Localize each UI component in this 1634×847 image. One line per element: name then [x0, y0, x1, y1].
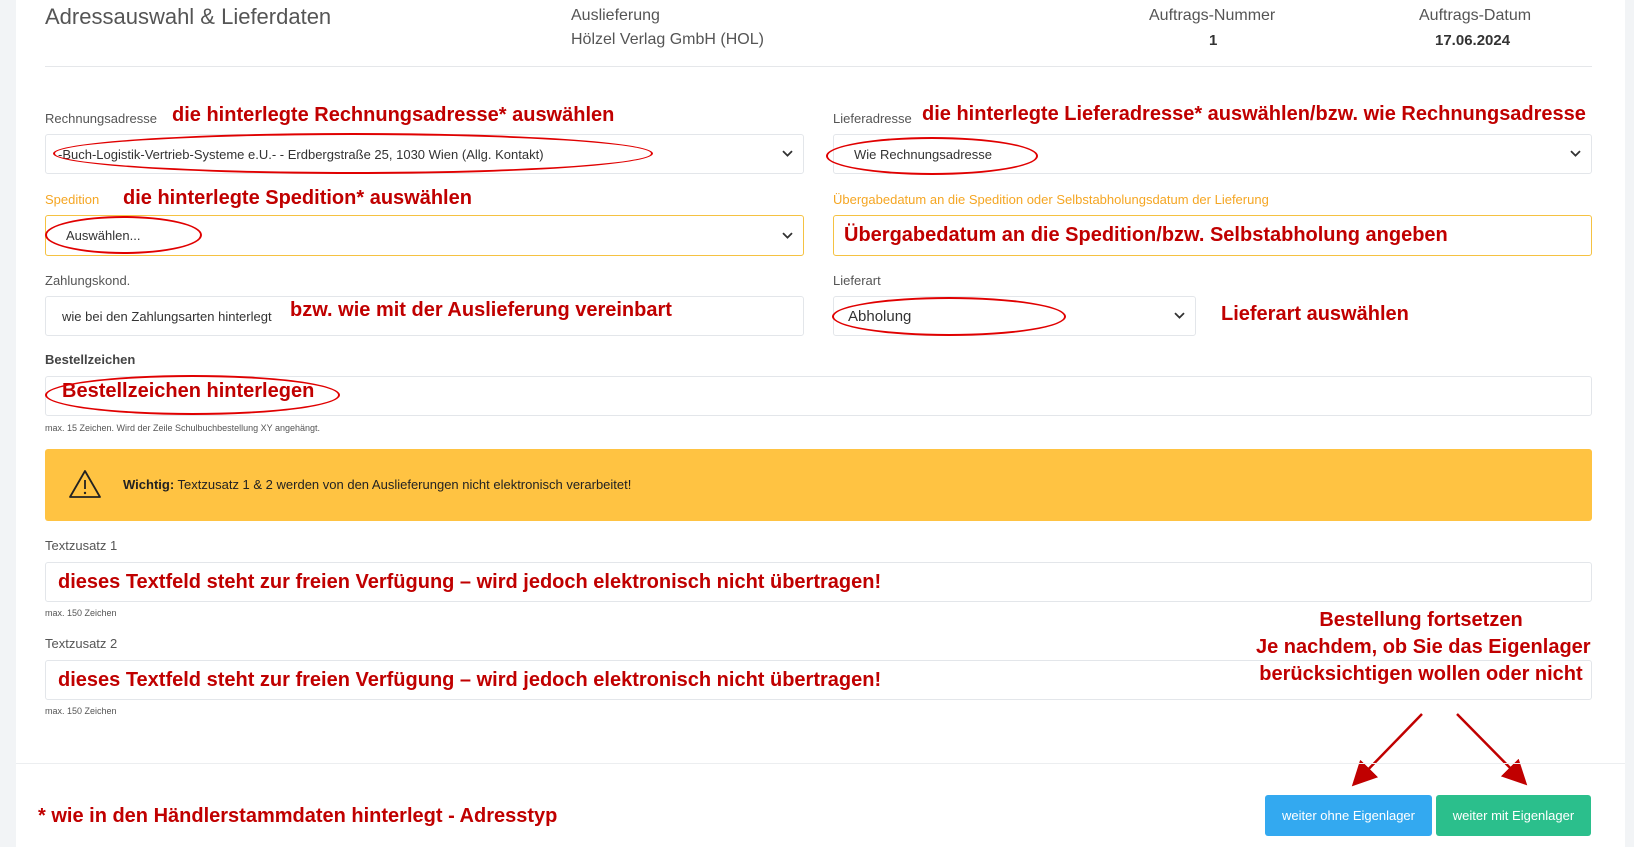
- chevron-down-icon: [1174, 312, 1185, 319]
- uebergabedatum-label: Übergabedatum an die Spedition oder Selb…: [833, 192, 1269, 207]
- annotation-footnote: * wie in den Händlerstammdaten hinterleg…: [38, 805, 558, 827]
- textzusatz1-help: max. 150 Zeichen: [45, 608, 117, 618]
- alert-message: Wichtig: Textzusatz 1 & 2 werden von den…: [123, 477, 631, 492]
- textzusatz2-label: Textzusatz 2: [45, 636, 118, 651]
- chevron-down-icon: [1570, 150, 1581, 157]
- annotation-textzusatz2: dieses Textfeld steht zur freien Verfügu…: [58, 668, 882, 691]
- textzusatz1-label: Textzusatz 1: [45, 538, 118, 553]
- auftragsdatum-value: 17.06.2024: [1435, 32, 1511, 49]
- annotation-ellipse-spedition: [45, 216, 202, 254]
- bestellzeichen-label: Bestellzeichen: [45, 352, 136, 367]
- zahlungskond-label: Zahlungskond.: [45, 273, 131, 288]
- auftragsnummer-value: 1: [1209, 32, 1218, 49]
- warning-triangle-icon: [69, 470, 101, 498]
- header-divider: [45, 66, 1592, 67]
- annotation-lieferart: Lieferart auswählen: [1221, 303, 1409, 325]
- auftragsdatum-label: Auftrags-Datum: [1419, 7, 1532, 24]
- annotation-ellipse-bestellzeichen: [45, 375, 340, 415]
- textzusatz1-input[interactable]: dieses Textfeld steht zur freien Verfügu…: [45, 562, 1592, 602]
- annotation-fortsetzen-line2: Je nachdem, ob Sie das Eigenlager: [1256, 636, 1591, 658]
- annotation-spedition: die hinterlegte Spedition* auswählen: [123, 187, 472, 209]
- uebergabedatum-input[interactable]: Übergabedatum an die Spedition/bzw. Selb…: [833, 215, 1592, 256]
- annotation-uebergabedatum: Übergabedatum an die Spedition/bzw. Selb…: [844, 224, 1448, 246]
- annotation-ellipse-rechnungsadresse: [53, 133, 653, 174]
- annotation-ellipse-lieferart: [832, 297, 1066, 336]
- footer-divider: [16, 763, 1625, 764]
- annotation-zahlungskond: bzw. wie mit der Auslieferung vereinbart: [290, 299, 672, 321]
- annotation-lieferadresse: die hinterlegte Lieferadresse* auswählen…: [922, 103, 1586, 125]
- alert-text: Textzusatz 1 & 2 werden von den Ausliefe…: [174, 477, 632, 492]
- auslieferung-label: Auslieferung: [571, 7, 660, 24]
- annotation-fortsetzen-line1: Bestellung fortsetzen: [1319, 609, 1523, 631]
- chevron-down-icon: [782, 150, 793, 157]
- zahlungskond-value: wie bei den Zahlungsarten hinterlegt: [62, 308, 272, 324]
- annotation-rechnungsadresse: die hinterlegte Rechnungsadresse* auswäh…: [172, 104, 615, 126]
- annotation-ellipse-lieferadresse: [826, 137, 1038, 175]
- annotation-fortsetzen: Bestellung fortsetzen Je nachdem, ob Sie…: [1256, 607, 1591, 688]
- rechnungsadresse-label: Rechnungsadresse: [45, 111, 158, 126]
- lieferart-label: Lieferart: [833, 273, 881, 288]
- textzusatz2-help: max. 150 Zeichen: [45, 706, 117, 716]
- annotation-fortsetzen-line3: berücksichtigen wollen oder nicht: [1259, 663, 1583, 685]
- spedition-label: Spedition: [45, 192, 100, 207]
- weiter-mit-eigenlager-button[interactable]: weiter mit Eigenlager: [1436, 795, 1591, 836]
- lieferadresse-label: Lieferadresse: [833, 111, 912, 126]
- alert-bold: Wichtig:: [123, 477, 175, 492]
- page-title: Adressauswahl & Lieferdaten: [45, 4, 332, 29]
- annotation-textzusatz1: dieses Textfeld steht zur freien Verfügu…: [58, 570, 882, 593]
- auslieferung-value: Hölzel Verlag GmbH (HOL): [571, 31, 764, 48]
- warning-alert: Wichtig: Textzusatz 1 & 2 werden von den…: [45, 449, 1592, 521]
- chevron-down-icon: [782, 232, 793, 239]
- weiter-ohne-eigenlager-button[interactable]: weiter ohne Eigenlager: [1265, 795, 1432, 836]
- bestellzeichen-help: max. 15 Zeichen. Wird der Zeile Schulbuc…: [45, 423, 320, 433]
- auftragsnummer-label: Auftrags-Nummer: [1149, 7, 1276, 24]
